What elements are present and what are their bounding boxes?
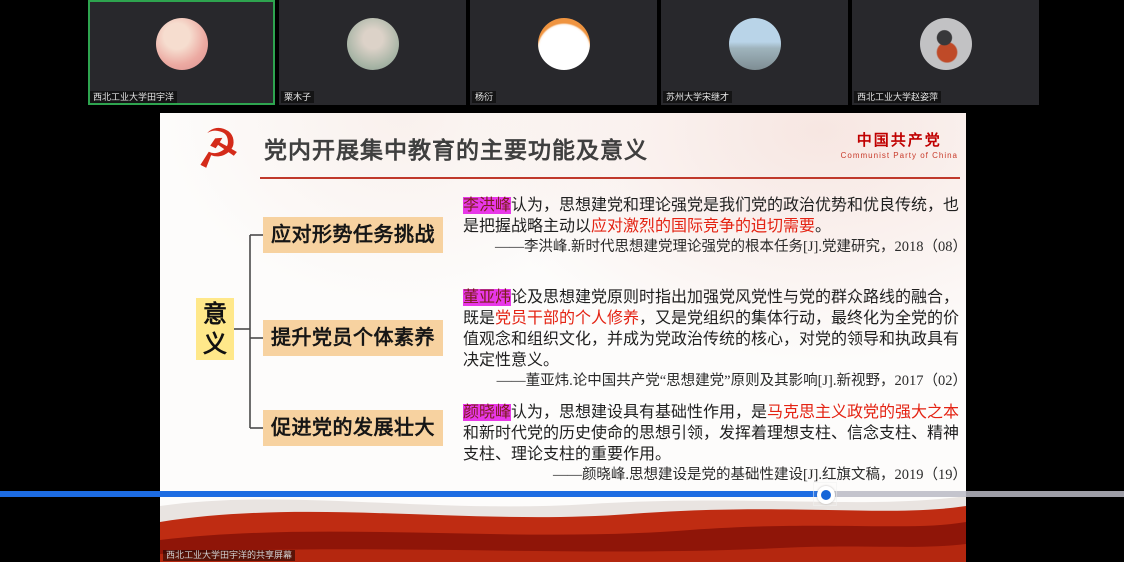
brand-cn: 中国共产党: [841, 129, 958, 150]
participant-tile[interactable]: 西北工业大学赵姿萍: [852, 0, 1039, 105]
root-box-yiyi: 意义: [196, 298, 234, 360]
video-player: 西北工业大学田宇洋 栗木子 杨衍 苏州大学宋继才 西北工业大学赵姿萍 ☭ 党内开展集中教…: [0, 0, 1124, 562]
citation: ——董亚炜.论中国共产党“思想建党”原则及其影响[J].新视野，2017（02）: [463, 371, 966, 392]
avatar: [538, 18, 590, 70]
avatar: [729, 18, 781, 70]
participant-strip: 西北工业大学田宇洋 栗木子 杨衍 苏州大学宋继才 西北工业大学赵姿萍: [88, 0, 1039, 105]
header-divider: [260, 177, 960, 179]
avatar: [156, 18, 208, 70]
player-controls: 1:01:59 / 1:24:16 1x: [0, 500, 1124, 562]
branch-box: 提升党员个体素养: [263, 320, 443, 356]
quote-block: 李洪峰认为，思想建党和理论强党是我们党的政治优势和优良传统，也是把握战略主动以应…: [463, 195, 966, 258]
slide-title: 党内开展集中教育的主要功能及意义: [264, 131, 648, 165]
participant-tile[interactable]: 栗木子: [279, 0, 466, 105]
slide-brand: 中国共产党 Communist Party of China: [841, 129, 958, 160]
participant-tile[interactable]: 西北工业大学田宇洋: [88, 0, 275, 105]
branch-box: 应对形势任务挑战: [263, 217, 443, 253]
brand-en: Communist Party of China: [841, 151, 958, 160]
progress-bar[interactable]: [0, 491, 1124, 497]
citation: ——李洪峰.新时代思想建党理论强党的根本任务[J].党建研究，2018（08）: [463, 237, 966, 258]
avatar: [347, 18, 399, 70]
participant-name: 苏州大学宋继才: [663, 91, 732, 103]
participant-tile[interactable]: 苏州大学宋继才: [661, 0, 848, 105]
participant-name: 杨衍: [472, 91, 496, 103]
participant-name: 西北工业大学田宇洋: [90, 91, 177, 103]
progress-fill: [0, 491, 825, 497]
branch-box: 促进党的发展壮大: [263, 410, 443, 446]
avatar: [920, 18, 972, 70]
cpc-emblem-icon: ☭: [190, 118, 244, 180]
quote-block: 董亚炜论及思想建党原则时指出加强党风党性与党的群众路线的融合，既是党员干部的个人…: [463, 287, 966, 392]
participant-name: 栗木子: [281, 91, 314, 103]
participant-name: 西北工业大学赵姿萍: [854, 91, 941, 103]
participant-tile[interactable]: 杨衍: [470, 0, 657, 105]
